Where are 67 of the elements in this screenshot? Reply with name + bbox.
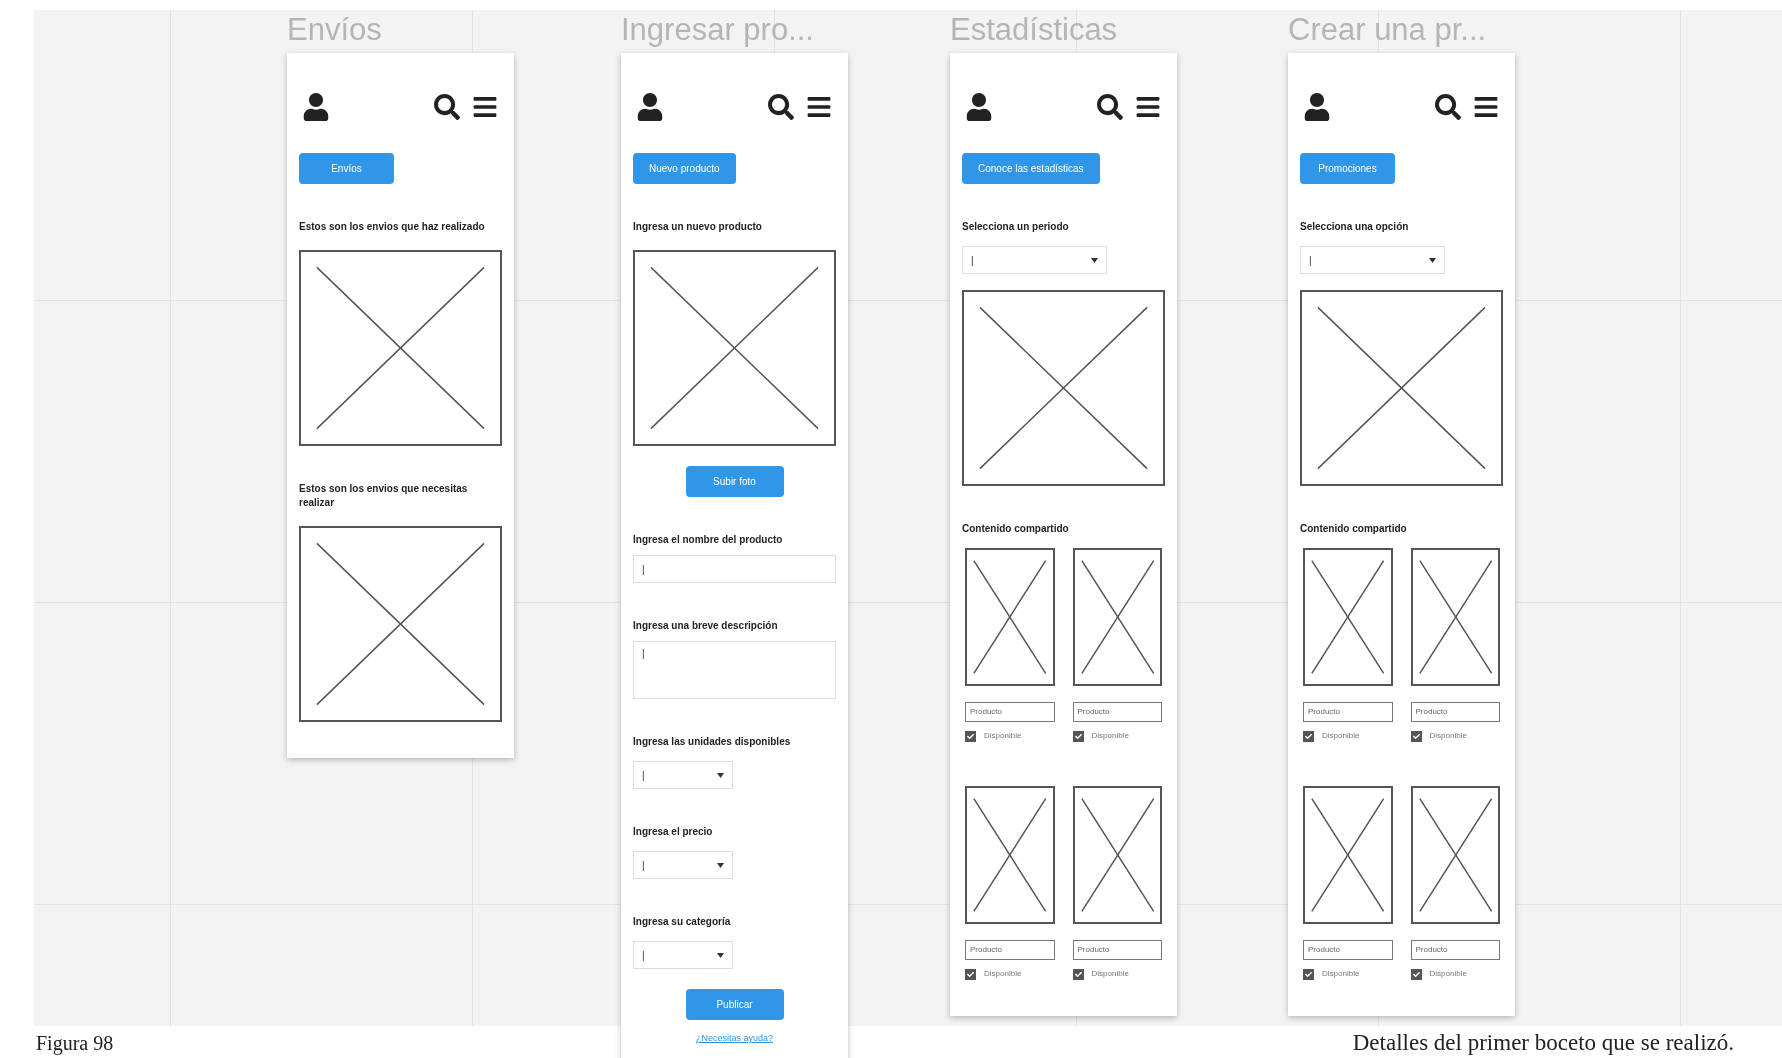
section-label: Ingresa el precio [633,825,714,839]
user-icon[interactable] [1304,93,1330,121]
text-field[interactable]: Producto [965,940,1055,960]
text-field[interactable]: Producto [1303,940,1393,960]
text-field[interactable]: | [633,555,836,583]
search-icon[interactable] [434,94,460,120]
checkbox[interactable] [1072,968,1084,980]
checkbox[interactable] [1072,730,1084,742]
checkbox-label: Disponible [1091,968,1129,980]
section-label: Ingresa una breve descripción [633,619,779,633]
search-icon[interactable] [1435,94,1461,120]
checkbox-label: Disponible [984,968,1022,980]
user-icon[interactable] [637,93,663,121]
menu-icon[interactable] [1135,94,1161,120]
caret-icon [717,952,724,958]
dropdown[interactable]: | [633,761,733,789]
text-field[interactable]: Producto [1410,940,1500,960]
dropdown[interactable]: | [962,246,1107,274]
caret-icon [717,772,724,778]
checkbox[interactable] [965,730,976,742]
text-field[interactable]: Producto [1303,702,1393,722]
figure-number: Figura 98 [36,1032,114,1054]
user-icon[interactable] [303,93,329,121]
dropdown[interactable]: | [1300,246,1445,274]
section-label: Contenido compartido [962,522,1070,536]
menu-icon[interactable] [806,94,832,120]
dropdown[interactable]: | [633,851,733,879]
help-link[interactable]: ¿Necesitas ayuda? [695,1032,773,1046]
caret-icon [1429,257,1436,263]
text-field[interactable]: Producto [1072,940,1162,960]
checkbox-label: Disponible [1091,730,1129,742]
menu-icon[interactable] [1473,94,1499,120]
user-icon[interactable] [966,93,992,121]
section-label: Contenido compartido [1300,522,1408,536]
checkbox-label: Disponible [1429,730,1467,742]
search-icon[interactable] [1097,94,1123,120]
checkbox-label: Disponible [984,730,1022,742]
checkbox[interactable] [1410,730,1422,742]
frame-title: Ingresar pro... [621,11,815,49]
figure-caption: Detalles del primer boceto que se realizó. [1352,1030,1734,1055]
search-icon[interactable] [768,94,794,120]
checkbox[interactable] [1303,730,1314,742]
checkbox[interactable] [965,968,976,980]
frame-title: Envíos [287,11,383,49]
menu-icon[interactable] [472,94,498,120]
section-label: Estos son los envios que haz realizado [299,220,486,234]
section-label: Ingresa su categoría [633,915,732,929]
section-label: Estos son los envios que necesitas realizar [299,482,469,510]
dropdown[interactable]: | [633,941,733,969]
frame-title: Estadísticas [950,11,1119,49]
section-label: Ingresa las unidades disponibles [633,735,792,749]
frame-title: Crear una pr... [1288,11,1488,49]
text-field[interactable]: Producto [1072,702,1162,722]
caret-icon [1091,257,1098,263]
text-area[interactable]: | [633,641,836,699]
checkbox-label: Disponible [1429,968,1467,980]
caret-icon [717,862,724,868]
checkbox[interactable] [1410,968,1422,980]
section-label: Ingresa el nombre del producto [633,533,784,547]
section-label: Selecciona un periodo [962,220,1070,234]
checkbox[interactable] [1303,968,1314,980]
checkbox-label: Disponible [1322,968,1360,980]
section-label: Ingresa un nuevo producto [633,220,763,234]
checkbox-label: Disponible [1322,730,1360,742]
text-field[interactable]: Producto [965,702,1055,722]
text-field[interactable]: Producto [1410,702,1500,722]
section-label: Selecciona una opción [1300,220,1410,234]
